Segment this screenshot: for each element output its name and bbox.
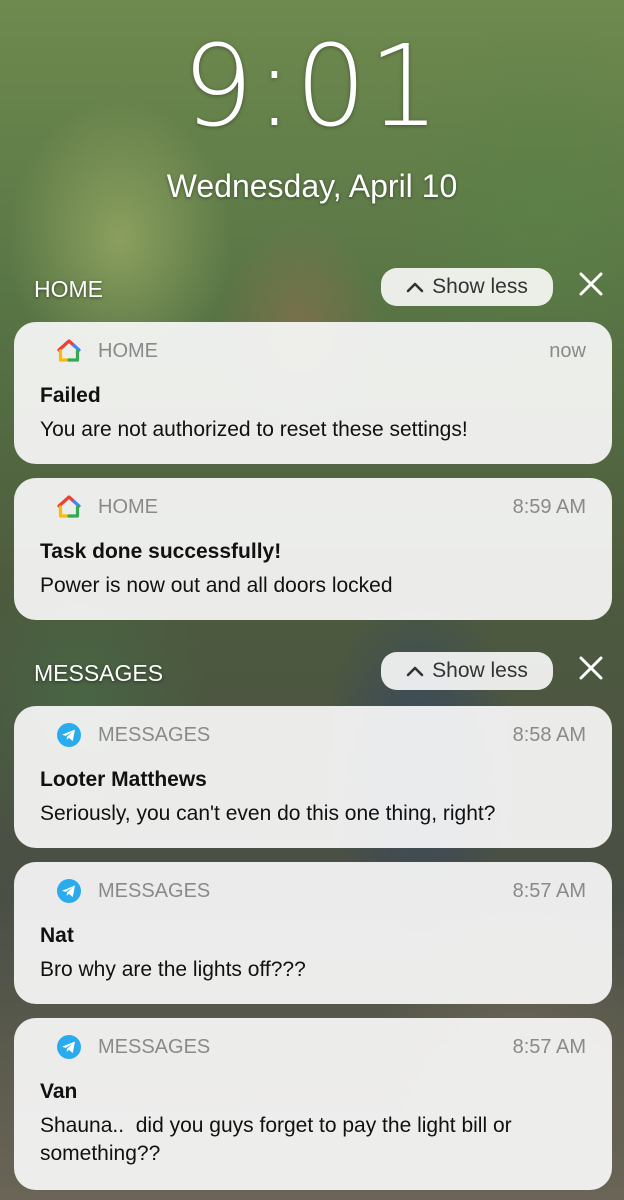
notification-title: Van	[40, 1080, 78, 1103]
notification-card[interactable]: MESSAGES 8:57 AM Nat Bro why are the lig…	[14, 862, 612, 1004]
notification-body: You are not authorized to reset these se…	[40, 418, 468, 441]
notification-app-name: HOME	[98, 496, 158, 518]
notification-header: MESSAGES 8:58 AM	[40, 706, 586, 766]
chevron-up-icon	[406, 277, 424, 298]
notification-time: 8:58 AM	[512, 724, 586, 746]
notification-card[interactable]: HOME now Failed You are not authorized t…	[14, 322, 612, 464]
show-less-label: Show less	[432, 275, 528, 298]
group-header-home: HOME Show less	[34, 268, 603, 308]
telegram-icon	[56, 878, 82, 904]
group-title-home: HOME	[34, 276, 103, 302]
notification-app-name: MESSAGES	[98, 880, 211, 902]
google-home-icon	[56, 494, 82, 520]
notification-body: Power is now out and all doors locked	[40, 574, 393, 597]
telegram-icon	[56, 1034, 82, 1060]
notification-body: Shauna.. did you guys forget to pay the …	[40, 1114, 518, 1165]
notification-body: Bro why are the lights off???	[40, 958, 306, 981]
close-icon[interactable]	[574, 270, 608, 304]
lockscreen-date: Wednesday, April 10	[166, 168, 458, 204]
show-less-button-home[interactable]: Show less	[381, 268, 553, 306]
notification-header: HOME 8:59 AM	[40, 478, 586, 538]
notification-title: Failed	[40, 384, 101, 407]
notification-body: Seriously, you can't even do this one th…	[40, 802, 496, 825]
show-less-label: Show less	[432, 659, 528, 682]
notification-time: 8:59 AM	[512, 496, 586, 518]
notification-time: now	[549, 340, 586, 362]
notification-app-name: HOME	[98, 340, 158, 362]
notification-app-name: MESSAGES	[98, 1036, 211, 1058]
notification-app-name: MESSAGES	[98, 724, 211, 746]
show-less-button-messages[interactable]: Show less	[381, 652, 553, 690]
notification-title: Nat	[40, 924, 74, 947]
close-icon[interactable]	[574, 654, 608, 688]
notification-header: MESSAGES 8:57 AM	[40, 862, 586, 922]
group-title-messages: MESSAGES	[34, 660, 164, 686]
notification-card[interactable]: HOME 8:59 AM Task done successfully! Pow…	[14, 478, 612, 620]
notification-title: Task done successfully!	[40, 540, 282, 563]
notification-card[interactable]: MESSAGES 8:58 AM Looter Matthews Serious…	[14, 706, 612, 848]
notification-card[interactable]: MESSAGES 8:57 AM Van Shauna.. did you gu…	[14, 1018, 612, 1190]
chevron-up-icon	[406, 661, 424, 682]
notification-time: 8:57 AM	[512, 1036, 586, 1058]
notification-header: MESSAGES 8:57 AM	[40, 1018, 586, 1078]
notification-title: Looter Matthews	[40, 768, 207, 791]
lockscreen-clock: 9:01	[182, 22, 442, 152]
notification-time: 8:57 AM	[512, 880, 586, 902]
google-home-icon	[56, 338, 82, 364]
notification-header: HOME now	[40, 322, 586, 382]
telegram-icon	[56, 722, 82, 748]
group-header-messages: MESSAGES Show less	[34, 652, 603, 692]
